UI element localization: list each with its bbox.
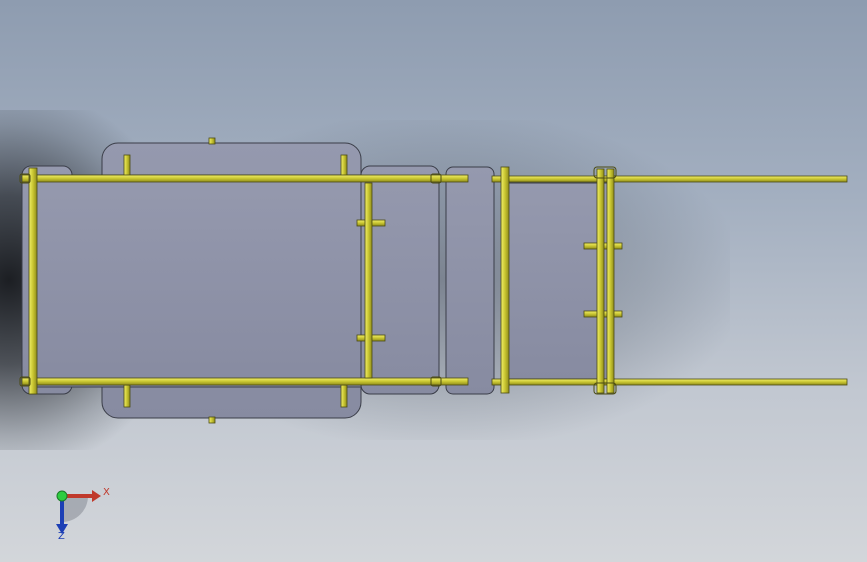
pin-bottom-right[interactable] <box>340 384 348 408</box>
tab-bottom-center[interactable] <box>208 416 216 424</box>
z-axis-label: Z <box>58 531 65 542</box>
rod-middle-vertical[interactable] <box>364 182 373 379</box>
rod-bottom-long-left[interactable] <box>21 377 469 386</box>
triad-shadow <box>62 496 88 522</box>
rod-top-right-segment[interactable] <box>491 175 616 183</box>
rod-right-vertical-b[interactable] <box>596 168 605 394</box>
x-axis-arrowhead <box>92 490 101 502</box>
plate-right-body[interactable] <box>502 182 614 380</box>
pin-bottom-left[interactable] <box>123 384 131 408</box>
tab-top-center[interactable] <box>208 137 216 145</box>
plates <box>21 142 614 419</box>
plate-middle[interactable] <box>360 165 440 395</box>
rod-left-vertical[interactable] <box>28 167 38 395</box>
x-axis-label: X <box>103 487 110 498</box>
rod-top-long-left[interactable] <box>21 174 469 183</box>
rod-bottom-extension[interactable] <box>609 378 848 386</box>
y-axis-dot <box>56 490 68 502</box>
rod-right-vertical-a[interactable] <box>500 166 510 394</box>
pin-top-left[interactable] <box>123 154 131 178</box>
coordinate-triad: X Z <box>48 482 118 544</box>
cad-model[interactable] <box>0 0 867 562</box>
rod-right-vertical-c[interactable] <box>606 168 615 394</box>
rod-top-extension[interactable] <box>609 175 848 183</box>
pin-top-right[interactable] <box>340 154 348 178</box>
plate-main-body[interactable] <box>33 174 365 388</box>
plate-middle-right[interactable] <box>445 166 495 395</box>
graphics-viewport[interactable]: X Z <box>0 0 867 562</box>
rod-bottom-right-segment[interactable] <box>491 378 616 386</box>
z-axis-arrow <box>60 498 64 526</box>
